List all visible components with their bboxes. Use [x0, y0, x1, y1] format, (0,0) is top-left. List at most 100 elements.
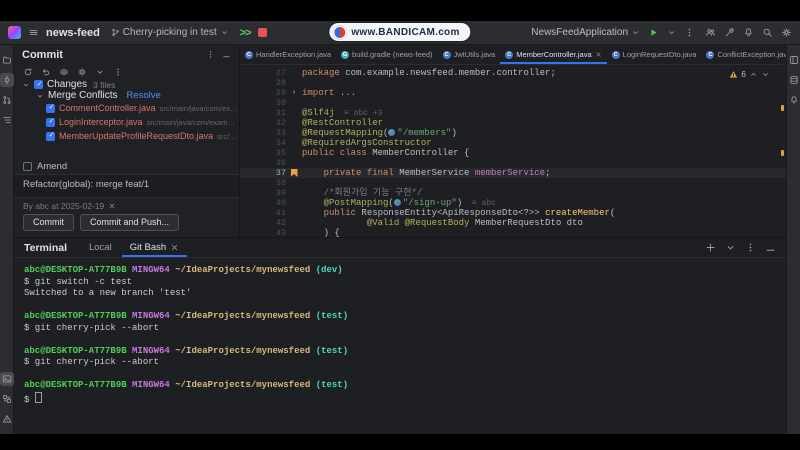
code-line[interactable]: 36 [240, 158, 786, 168]
prev-issue-icon[interactable] [749, 70, 758, 79]
code-line[interactable]: 42 @Valid @RequestBody MemberRequestDto … [240, 218, 786, 228]
refresh-icon[interactable] [23, 67, 33, 77]
code-line[interactable]: 38 [240, 178, 786, 188]
line-number[interactable]: 31 [240, 108, 286, 118]
more-icon[interactable] [113, 67, 123, 77]
terminal-output[interactable]: abc@DESKTOP-AT77B9B MINGW64 ~/IdeaProjec… [14, 258, 786, 405]
line-number[interactable]: 38 [240, 178, 286, 188]
code-line[interactable]: 32 @RestController [240, 118, 786, 128]
code-line[interactable]: 30 [240, 98, 786, 108]
chevron-down-icon[interactable] [725, 242, 736, 253]
branch-widget[interactable]: Cherry-picking in test [107, 25, 233, 40]
more-icon[interactable] [206, 50, 215, 59]
commit-button[interactable]: Commit [23, 214, 74, 231]
code-line[interactable]: 33 @RequestMapping("/members") [240, 128, 786, 138]
rollback-icon[interactable] [41, 67, 51, 77]
line-number[interactable]: 28 [240, 78, 286, 88]
line-number[interactable]: 29 [240, 88, 286, 98]
eye-icon[interactable] [59, 67, 69, 77]
amend-checkbox[interactable] [23, 162, 32, 171]
minimize-icon[interactable] [765, 242, 776, 253]
resolve-link[interactable]: Resolve [126, 90, 160, 101]
close-icon[interactable] [170, 243, 179, 252]
run-button[interactable] [648, 27, 659, 38]
line-number[interactable]: 36 [240, 158, 286, 168]
line-number[interactable]: 39 [240, 188, 286, 198]
line-number[interactable]: 41 [240, 208, 286, 218]
changelist-file-row[interactable]: MemberUpdateProfileRequestDto.javasrc/ma… [14, 129, 239, 143]
next-issue-icon[interactable] [761, 70, 770, 79]
amend-label[interactable]: Amend [37, 161, 67, 172]
code-line[interactable]: 28 [240, 78, 786, 88]
changelist-file-row[interactable]: LoginInterceptor.javasrc/main/java/com/e… [14, 115, 239, 129]
commit-and-push-button[interactable]: Commit and Push... [80, 214, 180, 231]
tool-strip-bell[interactable] [787, 93, 800, 107]
code-line[interactable]: 31 @Slf4j ≡ abc +3 [240, 108, 786, 118]
settings-icon[interactable] [77, 67, 87, 77]
tool-strip-services[interactable] [0, 392, 14, 406]
line-number[interactable]: 40 [240, 198, 286, 208]
code-line[interactable]: 34 @RequiredArgsConstructor [240, 138, 786, 148]
code-line[interactable]: 39 /*회원가입 기능 구현*/ [240, 188, 786, 198]
main-menu-icon[interactable] [28, 27, 39, 38]
code-line[interactable]: 35 public class MemberController { [240, 148, 786, 158]
run-config-selector[interactable]: NewsFeedApplication [531, 27, 640, 38]
bell-icon[interactable] [743, 27, 754, 38]
editor-tab[interactable]: C ConflictException.java [701, 45, 786, 64]
editor-tab[interactable]: C LoginRequestDto.java [607, 45, 702, 64]
changes-checkbox[interactable] [34, 80, 44, 89]
users-icon[interactable] [705, 27, 716, 38]
terminal-tab[interactable]: Git Bash [121, 238, 188, 257]
fold-arrow-icon[interactable]: › [286, 88, 302, 98]
editor-tab[interactable]: Gbuild.gradle (news-feed) [336, 45, 437, 64]
plus-icon[interactable] [705, 242, 716, 253]
line-number[interactable]: 33 [240, 128, 286, 138]
code-line[interactable]: 41 public ResponseEntity<ApiResponseDto<… [240, 208, 786, 218]
chevron-down-icon[interactable] [95, 67, 105, 77]
inspections-widget[interactable]: 6 [725, 68, 774, 80]
tool-strip-folder[interactable] [0, 53, 14, 67]
code-line[interactable]: 40 @PostMapping("/sign-up") ≡ abc [240, 198, 786, 208]
line-number[interactable]: 34 [240, 138, 286, 148]
line-number[interactable]: 43 [240, 228, 286, 237]
line-number[interactable]: 35 [240, 148, 286, 158]
code-line[interactable]: 37 private final MemberService memberSer… [240, 168, 786, 178]
tool-strip-structure[interactable] [0, 113, 14, 127]
bookmark-icon[interactable] [286, 168, 302, 178]
more-actions-icon[interactable] [684, 27, 695, 38]
file-checkbox[interactable] [46, 103, 56, 113]
tool-strip-pull-request[interactable] [0, 93, 14, 107]
line-number[interactable]: 30 [240, 98, 286, 108]
code-line[interactable]: 27 package com.example.newsfeed.member.co… [240, 68, 786, 78]
minimize-icon[interactable] [222, 50, 231, 59]
run-options-icon[interactable] [667, 28, 676, 37]
close-icon[interactable] [595, 51, 602, 58]
line-number[interactable]: 32 [240, 118, 286, 128]
line-number[interactable]: 37 [240, 168, 286, 178]
chevron-down-icon[interactable] [36, 92, 44, 100]
editor-tab[interactable]: C JwtUtils.java [438, 45, 501, 64]
tool-strip-database[interactable] [787, 73, 800, 87]
file-checkbox[interactable] [46, 117, 56, 127]
line-number[interactable]: 27 [240, 68, 286, 78]
file-checkbox[interactable] [46, 131, 56, 141]
terminal-tab[interactable]: Local [81, 238, 120, 257]
stop-button[interactable] [257, 28, 267, 37]
editor-tab[interactable]: C HandlerException.java [240, 45, 336, 64]
line-number[interactable]: 42 [240, 218, 286, 228]
code-line[interactable]: 43 ) { [240, 228, 786, 237]
changelist-file-row[interactable]: CommentController.javasrc/main/java/com/… [14, 101, 239, 115]
tool-strip-terminal[interactable] [0, 372, 14, 386]
code-lines[interactable]: 27 package com.example.newsfeed.member.co… [240, 65, 786, 237]
more-icon[interactable] [745, 242, 756, 253]
merge-conflicts-node[interactable]: Merge Conflicts Resolve [14, 90, 239, 101]
commit-message-input[interactable]: Refactor(global): merge feat/1 [14, 174, 239, 198]
changes-node[interactable]: Changes 3 files [14, 79, 239, 90]
code-line[interactable]: 29 › import ... [240, 88, 786, 98]
project-name[interactable]: news-feed [46, 27, 100, 39]
resume-button[interactable]: >> [240, 27, 252, 39]
editor-tab[interactable]: C MemberController.java [500, 45, 608, 64]
tool-strip-commit[interactable] [0, 73, 14, 87]
clear-author-icon[interactable] [108, 202, 116, 210]
settings-icon[interactable] [781, 27, 792, 38]
